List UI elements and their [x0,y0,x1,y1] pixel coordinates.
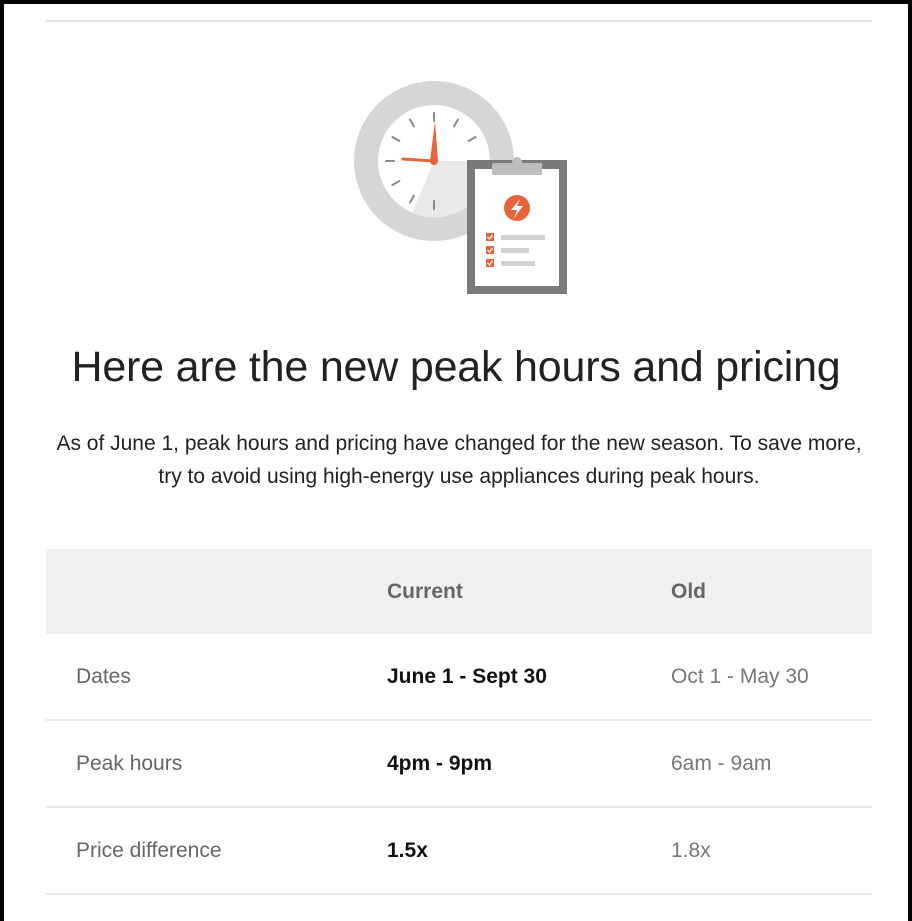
current-value: 4pm - 9pm [387,751,493,775]
column-header-current: Current [387,579,463,603]
clipboard-icon [467,157,567,294]
page-subtitle: As of June 1, peak hours and pricing hav… [56,432,862,488]
old-value: Oct 1 - May 30 [671,664,809,688]
table-row-price-difference: Price difference 1.5x 1.8x [46,808,872,895]
table-header-row: Current Old [46,549,872,634]
top-divider [46,20,872,22]
table-row-peak-hours: Peak hours 4pm - 9pm 6am - 9am [46,721,872,808]
page-title: Here are the new peak hours and pricing [71,343,841,391]
current-value: June 1 - Sept 30 [387,664,547,688]
pricing-table: Current Old Dates June 1 - Sept 30 Oct 1… [46,549,872,895]
peak-hours-illustration [354,81,567,294]
current-value: 1.5x [387,838,428,862]
row-label: Peak hours [76,751,183,775]
table-row-dates: Dates June 1 - Sept 30 Oct 1 - May 30 [46,634,872,721]
row-label: Price difference [76,838,222,862]
lightning-bolt-icon [504,195,530,221]
old-value: 1.8x [671,838,711,862]
old-value: 6am - 9am [671,751,772,775]
row-label: Dates [76,664,131,688]
column-header-old: Old [671,579,706,603]
checkbox-icon [486,233,494,267]
